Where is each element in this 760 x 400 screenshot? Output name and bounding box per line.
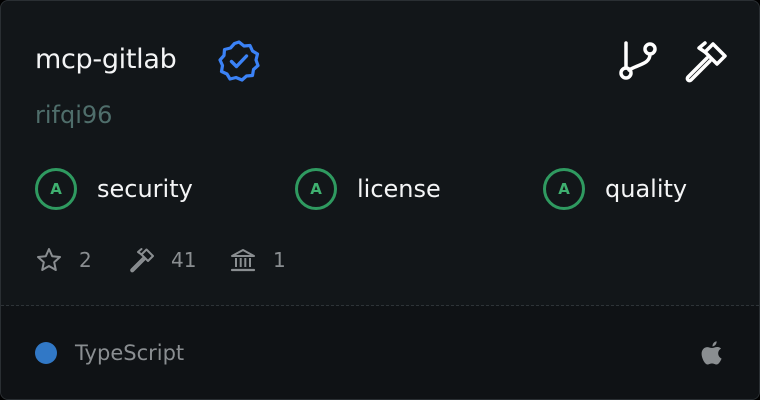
hammer-icon[interactable] — [681, 38, 727, 84]
score-label: security — [97, 175, 193, 203]
hammer-icon — [130, 248, 154, 273]
language-label: TypeScript — [75, 341, 185, 365]
stars-stat: 2 — [35, 241, 92, 279]
git-fork-icon[interactable] — [615, 38, 661, 84]
score-license: A license — [295, 165, 441, 213]
language-color-dot — [35, 342, 57, 364]
card-footer: TypeScript — [1, 306, 759, 399]
tools-count: 41 — [171, 248, 197, 272]
bank-icon — [230, 249, 256, 272]
grade-badge: A — [295, 168, 337, 210]
resources-stat: 1 — [229, 241, 286, 279]
score-security: A security — [35, 165, 193, 213]
owner-name[interactable]: rifqi96 — [35, 97, 112, 133]
server-card[interactable]: mcp-gitlab rifqi96 A security A license … — [0, 0, 760, 400]
stars-count: 2 — [79, 248, 92, 272]
grade-badge: A — [35, 168, 77, 210]
tools-stat: 41 — [127, 241, 196, 279]
score-label: quality — [605, 175, 688, 203]
score-quality: A quality — [543, 165, 687, 213]
resources-count: 1 — [273, 248, 286, 272]
apple-icon — [701, 341, 722, 365]
star-icon — [37, 248, 61, 271]
verified-badge-icon — [218, 40, 260, 82]
grade-badge: A — [543, 168, 585, 210]
score-label: license — [357, 175, 441, 203]
server-name[interactable]: mcp-gitlab — [35, 39, 177, 79]
